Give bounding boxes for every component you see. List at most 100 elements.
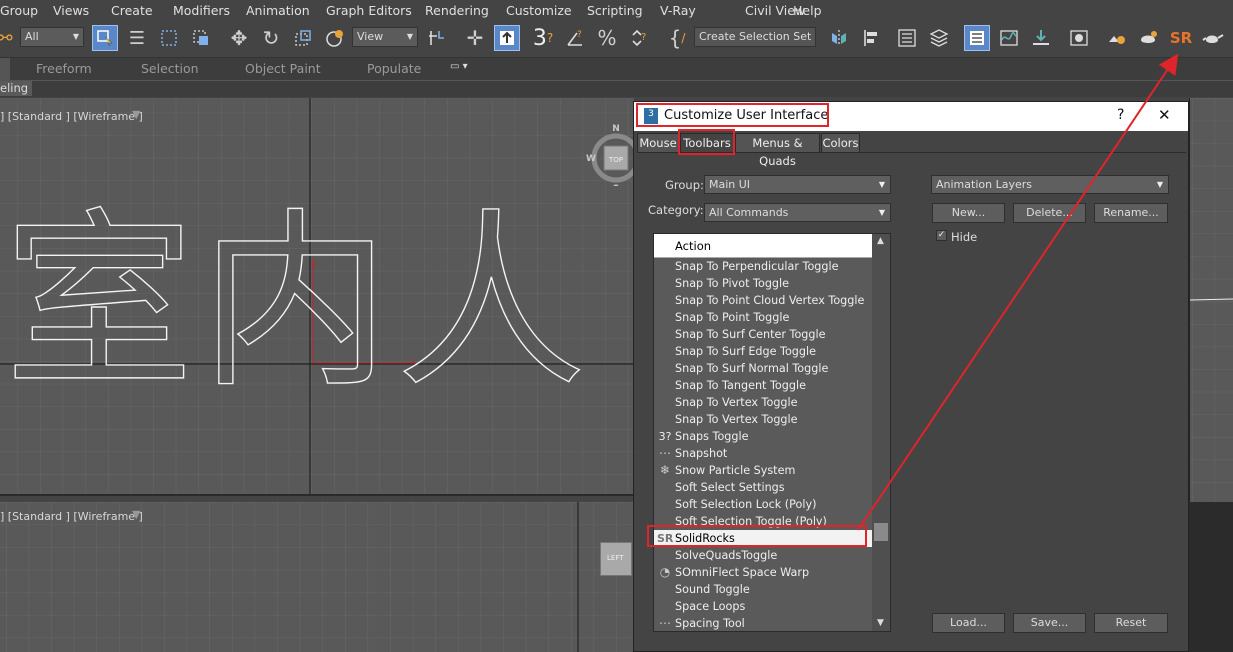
action-list-header[interactable]: Action (654, 234, 872, 258)
dope-sheet-icon[interactable] (1028, 25, 1054, 51)
delete-button[interactable]: Delete... (1013, 203, 1086, 223)
filter-icon[interactable]: ▼ (132, 108, 140, 121)
selection-filter-dropdown[interactable]: All ▼ (20, 27, 84, 47)
link-icon[interactable]: ⚯ (0, 25, 18, 51)
viewport-right[interactable] (1189, 98, 1233, 502)
action-list-scrollbar[interactable]: ▲ ▼ (872, 234, 890, 631)
menu-animation[interactable]: Animation (246, 3, 310, 18)
chevron-down-icon[interactable]: ▼ (877, 618, 884, 628)
viewcube-bottom[interactable]: LEFT (600, 542, 632, 576)
viewcube[interactable]: TOP N W S (585, 122, 634, 194)
reset-button[interactable]: Reset (1094, 613, 1168, 633)
ribbon-tab-object-paint[interactable]: Object Paint (245, 61, 321, 76)
menu-modifiers[interactable]: Modifiers (173, 3, 230, 18)
load-button[interactable]: Load... (932, 613, 1005, 633)
new-button[interactable]: New... (932, 203, 1005, 223)
action-row[interactable]: Snap To Perpendicular Toggle (654, 258, 872, 275)
filter-icon[interactable]: ▼ (132, 508, 140, 521)
ribbon-options-icon[interactable]: ▭ ▾ (450, 61, 468, 72)
action-row[interactable]: 3? Snaps Toggle (654, 428, 872, 445)
action-row[interactable]: Snap To Tangent Toggle (654, 377, 872, 394)
category-dropdown[interactable]: All Commands ▼ (704, 203, 891, 222)
menu-group[interactable]: Group (0, 3, 38, 18)
keyboard-shortcut-override-icon[interactable] (494, 25, 520, 51)
toolbar-dropdown[interactable]: Animation Layers ▼ (931, 175, 1169, 194)
close-button[interactable]: ✕ (1158, 106, 1171, 124)
solidrocks-icon[interactable]: SR (1168, 25, 1194, 51)
viewport-top[interactable]: y x 室内人 ] [Standard ] [Wireframe ] ▼ TOP… (0, 98, 634, 496)
curve-editor-icon[interactable] (996, 25, 1022, 51)
snap-toggle-icon[interactable]: 3? (530, 25, 556, 51)
select-icon[interactable] (92, 25, 118, 51)
menu-views[interactable]: Views (53, 3, 89, 18)
action-row[interactable]: Snap To Surf Normal Toggle (654, 360, 872, 377)
action-row[interactable]: ⋯ Snapshot (654, 445, 872, 462)
rename-button[interactable]: Rename... (1094, 203, 1168, 223)
move-icon[interactable]: ✥ (226, 25, 252, 51)
tab-mouse[interactable]: Mouse (637, 133, 679, 153)
action-row[interactable]: Snap To Point Cloud Vertex Toggle (654, 292, 872, 309)
layer-explorer-icon[interactable] (926, 25, 952, 51)
ribbon-tab-selection[interactable]: Selection (141, 61, 199, 76)
ribbon-tab-freeform[interactable]: Freeform (36, 61, 92, 76)
named-selection-sets-dropdown[interactable]: Create Selection Set (694, 27, 816, 47)
viewport-top-label[interactable]: ] [Standard ] [Wireframe ] (0, 110, 143, 123)
action-list[interactable]: Action Snap To Perpendicular Toggle Snap … (653, 233, 891, 632)
viewport-left-label[interactable]: ] [Standard ] [Wireframe ] (0, 510, 143, 523)
scrollbar-thumb[interactable] (874, 523, 888, 541)
select-by-name-icon[interactable]: ☰ (124, 25, 150, 51)
group-dropdown[interactable]: Main UI ▼ (704, 175, 891, 194)
action-row[interactable]: Snap To Pivot Toggle (654, 275, 872, 292)
percent-snap-icon[interactable]: % (594, 25, 620, 51)
render-frame-icon[interactable] (1136, 25, 1162, 51)
window-crossing-icon[interactable] (188, 25, 214, 51)
viewport-perspective[interactable] (1189, 502, 1233, 652)
action-row[interactable]: Snap To Point Toggle (654, 309, 872, 326)
action-row[interactable]: Soft Selection Lock (Poly) (654, 496, 872, 513)
edit-named-selection-icon[interactable]: {/ (664, 25, 690, 51)
action-row[interactable]: Sound Toggle (654, 581, 872, 598)
chevron-up-icon[interactable]: ▲ (877, 236, 884, 246)
hide-checkbox[interactable]: ✓ (936, 230, 947, 241)
pivot-icon[interactable] (424, 25, 450, 51)
action-row[interactable]: Snap To Surf Edge Toggle (654, 343, 872, 360)
tab-colors[interactable]: Colors (821, 133, 860, 153)
reference-coord-dropdown[interactable]: View ▼ (352, 27, 418, 47)
teapot-icon[interactable] (1200, 25, 1226, 51)
tab-menus-quads[interactable]: Menus & Quads (735, 133, 820, 168)
mirror-icon[interactable] (826, 25, 852, 51)
manipulate-icon[interactable]: ✛ (462, 25, 488, 51)
render-setup-icon[interactable] (1104, 25, 1130, 51)
action-row[interactable]: Snap To Surf Center Toggle (654, 326, 872, 343)
menu-vray[interactable]: V-Ray (660, 3, 696, 18)
action-row[interactable]: ❄ Snow Particle System (654, 462, 872, 479)
action-row[interactable]: Snap To Vertex Toggle (654, 411, 872, 428)
action-row[interactable]: SolveQuadsToggle (654, 547, 872, 564)
spinner-snap-icon[interactable]: ? (626, 25, 652, 51)
action-row[interactable]: Space Loops (654, 598, 872, 615)
menu-create[interactable]: Create (111, 3, 153, 18)
menu-customize[interactable]: Customize (506, 3, 572, 18)
ribbon-toggle-icon[interactable] (964, 25, 990, 51)
rotate-icon[interactable]: ↻ (258, 25, 284, 51)
action-row[interactable]: Soft Select Settings (654, 479, 872, 496)
action-row[interactable]: ⋯ Spacing Tool (654, 615, 872, 631)
help-button[interactable]: ? (1117, 107, 1124, 123)
menu-scripting[interactable]: Scripting (587, 3, 643, 18)
material-editor-icon[interactable] (1066, 25, 1092, 51)
action-row[interactable]: Snap To Vertex Toggle (654, 394, 872, 411)
angle-snap-icon[interactable]: ? (562, 25, 588, 51)
ribbon-tab-populate[interactable]: Populate (367, 61, 421, 76)
ribbon-active-tab-stub[interactable] (0, 58, 10, 80)
menu-rendering[interactable]: Rendering (425, 3, 489, 18)
select-place-icon[interactable] (322, 25, 348, 51)
scale-icon[interactable] (290, 25, 316, 51)
viewport-left[interactable]: ] [Standard ] [Wireframe ] ▼ LEFT (0, 502, 634, 652)
align-icon[interactable] (858, 25, 884, 51)
menu-graph-editors[interactable]: Graph Editors (326, 3, 412, 18)
menu-help[interactable]: Help (793, 3, 822, 18)
save-button[interactable]: Save... (1013, 613, 1086, 633)
rect-region-icon[interactable] (156, 25, 182, 51)
scene-explorer-icon[interactable] (894, 25, 920, 51)
action-row[interactable]: ◔ SOmniFlect Space Warp (654, 564, 872, 581)
